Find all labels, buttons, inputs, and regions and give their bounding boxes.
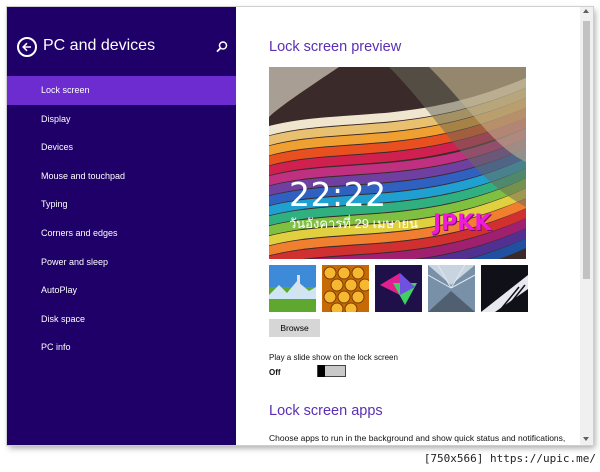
back-button[interactable] (17, 37, 37, 57)
piano-keys-thumbnail-image (481, 265, 528, 312)
browse-button[interactable]: Browse (269, 319, 320, 337)
image-host-watermark: [750x566] https://upic.me/ (423, 452, 596, 465)
vertical-scrollbar[interactable] (580, 7, 593, 445)
slideshow-toggle-state: Off (269, 368, 281, 377)
scroll-up-arrow-icon[interactable] (583, 9, 589, 13)
thumbnail-piano-keys[interactable] (481, 265, 528, 312)
nav-header: PC and devices (17, 37, 229, 63)
preview-clock: 22:22 (289, 175, 387, 214)
thumbnail-corridor[interactable] (428, 265, 475, 312)
back-arrow-icon (22, 42, 31, 52)
nav-item-devices[interactable]: Devices (7, 133, 236, 162)
preview-overlay-text: JPKK (433, 211, 492, 236)
honeycomb-thumbnail-image (322, 265, 369, 312)
scroll-down-arrow-icon[interactable] (583, 437, 589, 441)
background-thumbnails (269, 265, 539, 312)
nav-item-disk-space[interactable]: Disk space (7, 305, 236, 334)
preview-date: วันอังคารที่ 29 เมษายน (289, 216, 418, 231)
nav-item-pc-info[interactable]: PC info (7, 333, 236, 362)
nav-item-display[interactable]: Display (7, 105, 236, 134)
content-pane: Lock screen preview 22:22 วันอังคารที่ 2… (236, 7, 580, 445)
lock-screen-preview: 22:22 วันอังคารที่ 29 เมษายน JPKK (269, 67, 526, 259)
settings-window: PC and devices Lock screen Display Devic… (7, 7, 593, 445)
nav-pane: PC and devices Lock screen Display Devic… (7, 7, 236, 445)
nav-item-autoplay[interactable]: AutoPlay (7, 276, 236, 305)
thumbnail-honeycomb[interactable] (322, 265, 369, 312)
corridor-thumbnail-image (428, 265, 475, 312)
geometric-thumbnail-image (375, 265, 422, 312)
nav-item-lock-screen[interactable]: Lock screen (7, 76, 236, 105)
nav-item-typing[interactable]: Typing (7, 190, 236, 219)
nav-item-mouse-and-touchpad[interactable]: Mouse and touchpad (7, 162, 236, 191)
slideshow-label: Play a slide show on the lock screen (269, 353, 398, 362)
thumbnail-geometric[interactable] (375, 265, 422, 312)
search-icon[interactable] (215, 40, 229, 54)
lock-screen-apps-description: Choose apps to run in the background and… (269, 433, 566, 443)
nav-item-corners-and-edges[interactable]: Corners and edges (7, 219, 236, 248)
lock-screen-apps-heading: Lock screen apps (269, 403, 383, 419)
lock-screen-preview-heading: Lock screen preview (269, 39, 402, 55)
nav-list: Lock screen Display Devices Mouse and to… (7, 76, 236, 362)
toggle-knob (318, 365, 325, 377)
landscape-thumbnail-image (269, 265, 316, 312)
nav-item-power-and-sleep[interactable]: Power and sleep (7, 248, 236, 277)
scrollbar-thumb[interactable] (583, 21, 590, 279)
slideshow-toggle[interactable] (317, 365, 346, 377)
thumbnail-landscape[interactable] (269, 265, 316, 312)
nav-title: PC and devices (43, 37, 156, 54)
